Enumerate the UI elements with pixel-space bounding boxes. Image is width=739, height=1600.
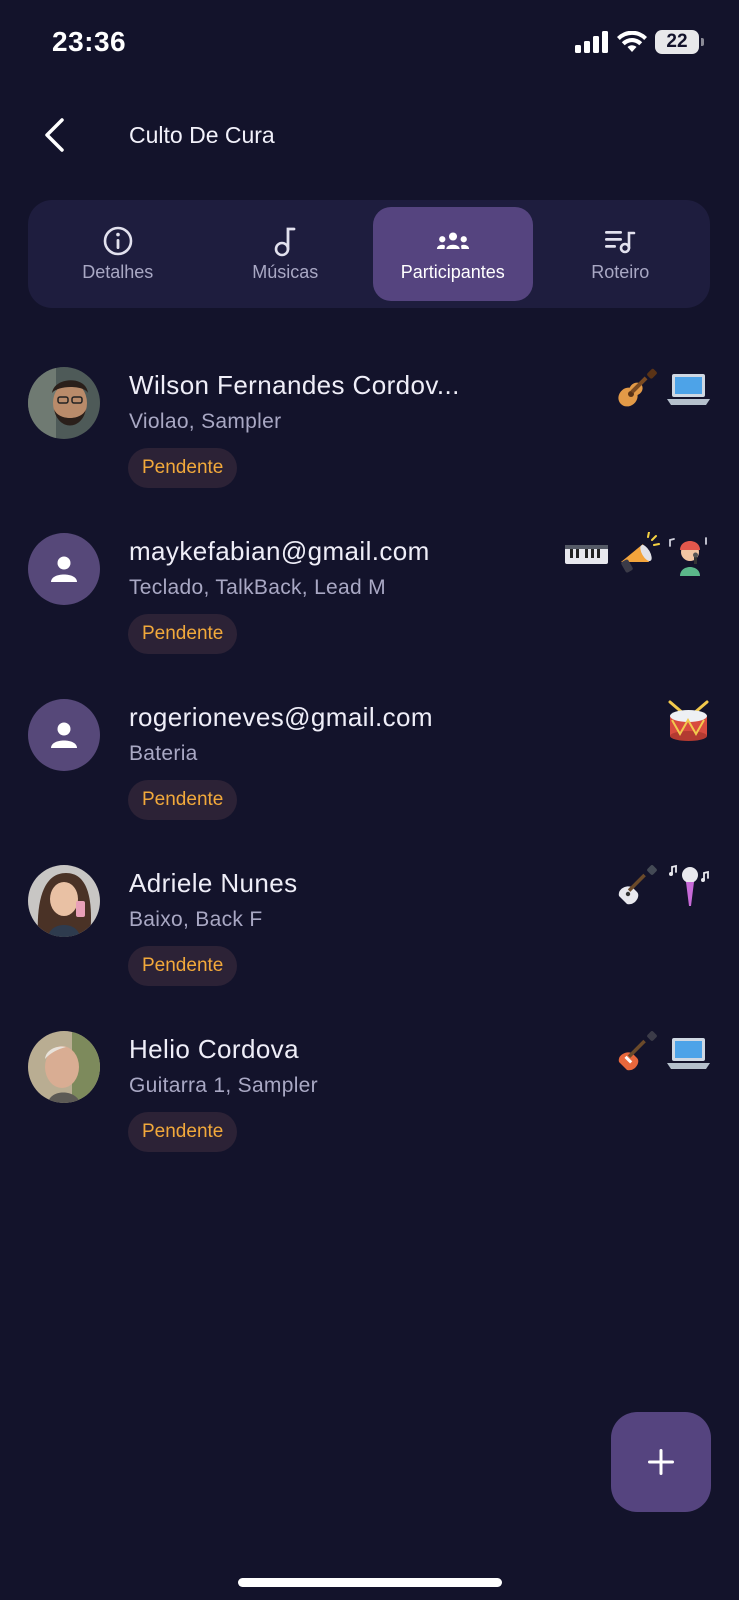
instrument-icons xyxy=(615,864,711,909)
tab-label: Músicas xyxy=(252,261,319,282)
status-time: 23:36 xyxy=(52,26,127,57)
home-indicator xyxy=(238,1578,502,1587)
status-badge: Pendente xyxy=(128,1112,238,1152)
battery-level: 22 xyxy=(666,31,688,52)
instrument-icons xyxy=(564,532,711,577)
participant-name: Wilson Fernandes Cordov... xyxy=(129,370,460,400)
avatar xyxy=(28,367,100,439)
avatar xyxy=(28,865,100,937)
tab-label: Detalhes xyxy=(82,261,154,282)
tab-detalhes[interactable]: Detalhes xyxy=(38,207,198,301)
participant-roles: Baixo, Back F xyxy=(129,908,263,931)
status-badge: Pendente xyxy=(128,614,238,654)
participant-roles: Guitarra 1, Sampler xyxy=(129,1074,318,1097)
status-icons: 22 xyxy=(575,30,704,54)
status-badge: Pendente xyxy=(128,946,238,986)
music-note-icon xyxy=(268,226,302,256)
wifi-icon xyxy=(617,31,647,52)
avatar xyxy=(28,533,100,605)
participant-roles: Teclado, TalkBack, Lead M xyxy=(129,576,386,599)
info-icon xyxy=(101,226,135,256)
participants-list: Wilson Fernandes Cordov... Violao, Sampl… xyxy=(0,350,739,1180)
person-icon xyxy=(51,556,77,582)
status-bar: 23:36 22 xyxy=(0,0,739,90)
participant-row[interactable]: Adriele Nunes Baixo, Back F Pendente xyxy=(0,848,739,1014)
participant-row[interactable]: Helio Cordova Guitarra 1, Sampler Penden… xyxy=(0,1014,739,1180)
status-badge: Pendente xyxy=(128,780,238,820)
battery-icon: 22 xyxy=(655,30,704,54)
avatar-photo xyxy=(28,1031,100,1103)
avatar xyxy=(28,699,100,771)
plus-icon xyxy=(648,1449,674,1475)
laptop-icon xyxy=(666,366,711,411)
microphone-icon xyxy=(666,864,711,909)
group-icon xyxy=(436,226,470,256)
electric-guitar-icon xyxy=(615,1030,660,1075)
tab-bar: Detalhes Músicas Participantes Roteiro xyxy=(28,200,710,308)
instrument-icons xyxy=(615,366,711,411)
back-button[interactable] xyxy=(30,110,80,160)
drum-icon xyxy=(666,698,711,743)
tab-musicas[interactable]: Músicas xyxy=(206,207,366,301)
participant-name: maykefabian@gmail.com xyxy=(129,536,430,566)
signal-icon xyxy=(575,31,608,53)
person-icon xyxy=(51,722,77,748)
participant-row[interactable]: rogerioneves@gmail.com Bateria Pendente xyxy=(0,682,739,848)
battery-cap xyxy=(701,38,704,46)
avatar-photo xyxy=(28,865,100,937)
tab-label: Participantes xyxy=(400,261,505,282)
tab-participantes[interactable]: Participantes xyxy=(373,207,533,301)
instrument-icons xyxy=(666,698,711,743)
megaphone-icon xyxy=(615,532,660,577)
playlist-icon xyxy=(603,226,637,256)
singer-icon xyxy=(666,532,711,577)
page-title: Culto De Cura xyxy=(129,122,275,148)
participant-row[interactable]: maykefabian@gmail.com Teclado, TalkBack,… xyxy=(0,516,739,682)
acoustic-guitar-icon xyxy=(615,366,660,411)
status-badge: Pendente xyxy=(128,448,238,488)
app-header: Culto De Cura xyxy=(0,100,739,172)
laptop-icon xyxy=(666,1030,711,1075)
participant-roles: Bateria xyxy=(129,742,198,765)
bass-guitar-icon xyxy=(615,864,660,909)
instrument-icons xyxy=(615,1030,711,1075)
participant-name: Helio Cordova xyxy=(129,1034,299,1064)
tab-label: Roteiro xyxy=(591,261,650,282)
chevron-left-icon xyxy=(45,118,64,152)
avatar xyxy=(28,1031,100,1103)
tab-roteiro[interactable]: Roteiro xyxy=(541,207,701,301)
participant-row[interactable]: Wilson Fernandes Cordov... Violao, Sampl… xyxy=(0,350,739,516)
participant-name: rogerioneves@gmail.com xyxy=(129,702,433,732)
keyboard-icon xyxy=(564,532,609,577)
add-participant-button[interactable] xyxy=(611,1412,711,1512)
participant-name: Adriele Nunes xyxy=(129,868,298,898)
participant-roles: Violao, Sampler xyxy=(129,410,282,433)
avatar-photo xyxy=(28,367,100,439)
